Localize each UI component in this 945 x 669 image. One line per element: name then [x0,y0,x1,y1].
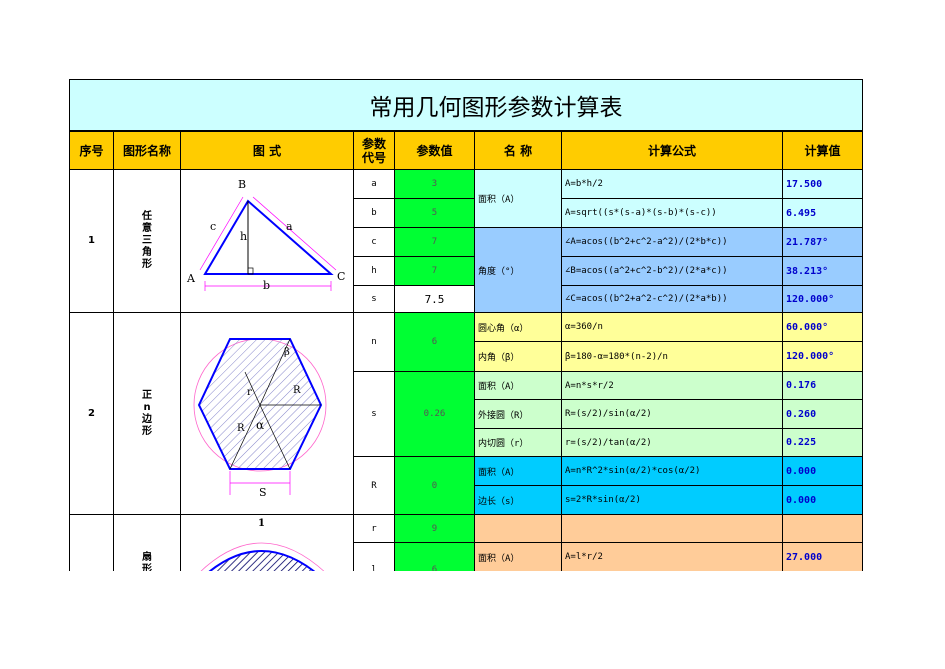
header-result[interactable]: 计算值 [782,131,863,170]
dim-line-c [199,196,244,271]
formula-cell[interactable]: A=n*R^2*sin(α/2)*cos(α/2) [561,456,783,486]
item-name[interactable]: 面积（A） [474,542,562,572]
param-value[interactable]: 5 [394,198,475,228]
item-name[interactable]: 面积（A） [474,371,562,400]
param-code[interactable]: R [353,456,395,515]
formula-cell[interactable]: ∠A=acos((b^2+c^2-a^2)/(2*b*c)) [561,227,783,257]
param-value[interactable]: 7 [394,227,475,257]
vertex-a-label: A [186,272,196,285]
param-code[interactable]: n [353,312,395,372]
param-value[interactable]: 0.26 [394,371,475,457]
formula-cell[interactable]: A=sqrt((s*(s-a)*(s-b)*(s-c)) [561,198,783,228]
alpha-label: α [256,418,264,432]
result-cell[interactable]: 0.000 [782,485,863,515]
formula-cell[interactable]: α=360/n [561,312,783,342]
result-cell[interactable]: 0.176 [782,371,863,400]
result-cell[interactable]: 0.000 [782,456,863,486]
item-name[interactable]: 内角（β） [474,341,562,372]
result-cell[interactable]: 17.500 [782,169,863,199]
formula-cell[interactable]: β=180-α=180*(n-2)/n [561,341,783,372]
triangle-shape [203,199,334,275]
beta-label: β [284,347,290,358]
S-label: S [259,486,267,499]
row2-shape-name[interactable]: 正 n 边 形 [113,312,181,515]
header-no[interactable]: 序号 [69,131,114,170]
formula-cell[interactable]: s=2*R*sin(α/2) [561,485,783,515]
side-c-label: c [210,220,216,233]
row2-no[interactable]: 2 [69,312,114,515]
title-cell[interactable]: 常用几何图形参数计算表 [69,79,863,131]
param-code[interactable]: b [353,198,395,228]
result-cell[interactable]: 120.000° [782,285,863,313]
spreadsheet: 常用几何图形参数计算表 序号 图形名称 图 式 参数 代号 参数值 名 称 计算… [0,0,945,669]
result-cell[interactable]: 6.495 [782,198,863,228]
R-label: R [237,423,245,434]
formula-cell[interactable]: ∠C=acos((b^2+a^2-c^2)/(2*a*b)) [561,285,783,313]
header-param-code[interactable]: 参数 代号 [353,131,395,170]
result-cell[interactable]: 38.213° [782,256,863,286]
side-a-label: a [286,220,293,233]
param-code[interactable]: r [353,514,395,543]
header-shape-name[interactable]: 图形名称 [113,131,181,170]
item-name[interactable]: 角度（°） [474,227,562,313]
formula-cell[interactable]: R=(s/2)/sin(α/2) [561,399,783,429]
r-label: r [247,387,252,398]
formula-cell[interactable]: A=n*s*r/2 [561,371,783,400]
result-cell[interactable]: 27.000 [782,542,863,572]
param-code[interactable]: c [353,227,395,257]
item-name[interactable]: 圆心角（α） [474,312,562,342]
formula-cell[interactable]: A=l*r/2 [561,542,783,572]
param-value[interactable]: 7.5 [394,285,475,313]
result-cell[interactable]: 21.787° [782,227,863,257]
hexagon-figure: β r R R α S [193,338,327,499]
param-value[interactable]: 3 [394,169,475,199]
row1-no[interactable]: 1 [69,169,114,313]
item-name[interactable]: 外接圆（R） [474,399,562,429]
param-code[interactable]: a [353,169,395,199]
param-value[interactable]: 6 [394,312,475,372]
item-name[interactable] [474,514,562,543]
item-name[interactable]: 内切圆（r） [474,428,562,457]
param-code[interactable]: s [353,371,395,457]
header-formula[interactable]: 计算公式 [561,131,783,170]
vertex-b-label: B [238,178,246,191]
formula-cell[interactable]: A=b*h/2 [561,169,783,199]
header-param-value[interactable]: 参数值 [394,131,475,170]
side-b-label: b [263,279,270,292]
row1-figure[interactable]: B A C a b c h [180,169,354,313]
result-cell[interactable]: 60.000° [782,312,863,342]
header-figure[interactable]: 图 式 [180,131,354,170]
height-h-label: h [240,230,247,243]
item-name[interactable]: 面积（A） [474,456,562,486]
result-cell[interactable]: 0.260 [782,399,863,429]
formula-cell[interactable] [561,514,783,543]
item-name[interactable]: 面积（A） [474,169,562,228]
page-title: 常用几何图形参数计算表 [369,95,623,121]
R-label: R [293,385,301,396]
arc-l-label: 1 [258,518,265,529]
dim-line-a [252,196,337,271]
param-value[interactable]: 0 [394,456,475,515]
param-code[interactable]: h [353,256,395,286]
formula-cell[interactable]: ∠B=acos((a^2+c^2-b^2)/(2*a*c)) [561,256,783,286]
param-value[interactable]: 7 [394,256,475,286]
param-code[interactable]: s [353,285,395,313]
hexagon-shape [197,338,323,470]
param-value[interactable]: 9 [394,514,475,543]
page-right-mask [938,0,945,669]
page-bottom-mask [0,571,945,669]
result-cell[interactable]: 120.000° [782,341,863,372]
vertex-c-label: C [337,270,345,283]
header-item-name[interactable]: 名 称 [474,131,562,170]
result-cell[interactable]: 0.225 [782,428,863,457]
row1-shape-name[interactable]: 任 意 三 角 形 [113,169,181,313]
item-name[interactable]: 边长（s） [474,485,562,515]
result-cell[interactable] [782,514,863,543]
formula-cell[interactable]: r=(s/2)/tan(α/2) [561,428,783,457]
triangle-figure: B A C a b c h [186,178,345,292]
row2-figure[interactable]: β r R R α S [180,312,354,515]
